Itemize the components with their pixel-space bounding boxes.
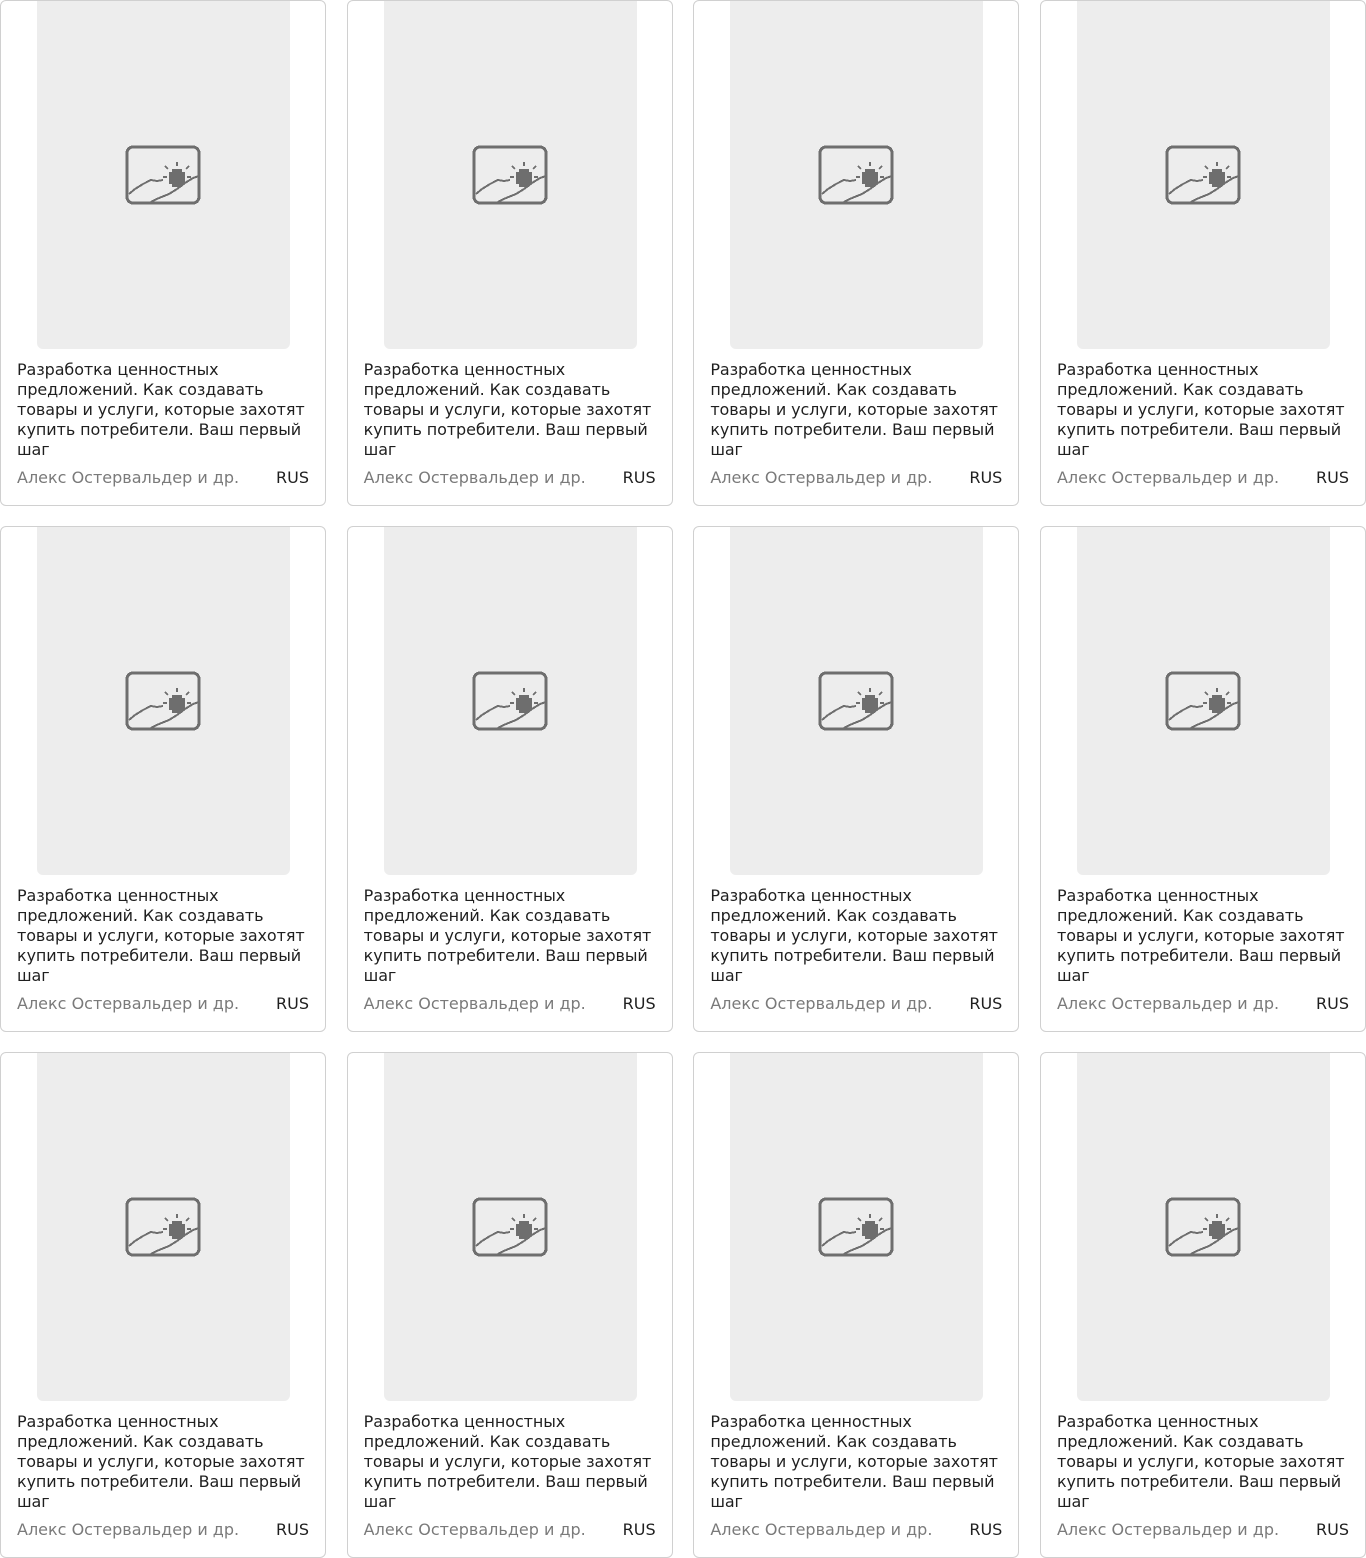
- book-card[interactable]: Разработка ценностных предложений. Как с…: [0, 0, 326, 506]
- book-card[interactable]: Разработка ценностных предложений. Как с…: [1039, 526, 1366, 1032]
- book-language: RUS: [622, 994, 656, 1013]
- image-placeholder-icon: [1165, 1197, 1241, 1257]
- book-title[interactable]: Разработка ценностных предложений. Как с…: [710, 360, 1010, 460]
- book-title[interactable]: Разработка ценностных предложений. Как с…: [1057, 360, 1357, 460]
- book-author: Алекс Остервальдер и др.: [710, 994, 933, 1013]
- book-meta: Алекс Остервальдер и др. RUS: [17, 994, 309, 1014]
- book-meta: Алекс Остервальдер и др. RUS: [364, 468, 656, 488]
- book-language: RUS: [622, 468, 656, 487]
- book-author: Алекс Остервальдер и др.: [1056, 468, 1280, 487]
- book-title[interactable]: Разработка ценностных предложений. Как с…: [710, 886, 1010, 986]
- book-author: Алекс Остервальдер и др.: [1056, 994, 1280, 1013]
- book-title[interactable]: Разработка ценностных предложений. Как с…: [364, 360, 664, 460]
- book-language: RUS: [969, 1520, 1003, 1539]
- book-title[interactable]: Разработка ценностных предложений. Как с…: [364, 886, 664, 986]
- book-cover[interactable]: [730, 1, 984, 349]
- book-card[interactable]: Разработка ценностных предложений. Как с…: [346, 526, 673, 1032]
- book-card[interactable]: Разработка ценностных предложений. Как с…: [693, 1052, 1020, 1558]
- image-placeholder-icon: [125, 1197, 201, 1257]
- book-meta: Алекс Остервальдер и др. RUS: [710, 468, 1002, 488]
- book-meta: Алекс Остервальдер и др. RUS: [1057, 468, 1349, 488]
- image-placeholder-icon: [472, 145, 548, 205]
- book-card[interactable]: Разработка ценностных предложений. Как с…: [0, 526, 326, 1032]
- book-language: RUS: [969, 468, 1003, 487]
- book-card[interactable]: Разработка ценностных предложений. Как с…: [693, 0, 1020, 506]
- book-card[interactable]: Разработка ценностных предложений. Как с…: [346, 1052, 673, 1558]
- image-placeholder-icon: [125, 671, 201, 731]
- book-language: RUS: [1315, 1520, 1349, 1539]
- book-language: RUS: [276, 468, 309, 487]
- image-placeholder-icon: [125, 145, 201, 205]
- book-author: Алекс Остервальдер и др.: [17, 994, 240, 1013]
- image-placeholder-icon: [818, 145, 894, 205]
- book-author: Алекс Остервальдер и др.: [710, 468, 933, 487]
- book-author: Алекс Остервальдер и др.: [710, 1520, 933, 1539]
- book-meta: Алекс Остервальдер и др. RUS: [1057, 994, 1349, 1014]
- book-title[interactable]: Разработка ценностных предложений. Как с…: [17, 1412, 317, 1512]
- book-cover[interactable]: [37, 527, 290, 875]
- book-cover[interactable]: [383, 1, 637, 349]
- book-author: Алекс Остервальдер и др.: [1056, 1520, 1280, 1539]
- book-meta: Алекс Остервальдер и др. RUS: [710, 994, 1002, 1014]
- book-cover[interactable]: [1076, 1, 1330, 349]
- image-placeholder-icon: [472, 1197, 548, 1257]
- book-grid: Разработка ценностных предложений. Как с…: [0, 0, 1366, 1558]
- book-cover[interactable]: [730, 1053, 984, 1401]
- book-author: Алекс Остервальдер и др.: [17, 1520, 240, 1539]
- book-meta: Алекс Остервальдер и др. RUS: [17, 468, 309, 488]
- book-cover[interactable]: [37, 1053, 290, 1401]
- book-author: Алекс Остервальдер и др.: [363, 1520, 586, 1539]
- book-meta: Алекс Остервальдер и др. RUS: [364, 1520, 656, 1540]
- book-cover[interactable]: [383, 527, 637, 875]
- book-meta: Алекс Остервальдер и др. RUS: [17, 1520, 309, 1540]
- book-language: RUS: [969, 994, 1003, 1013]
- book-meta: Алекс Остервальдер и др. RUS: [710, 1520, 1002, 1540]
- book-language: RUS: [1315, 468, 1349, 487]
- book-card[interactable]: Разработка ценностных предложений. Как с…: [346, 0, 673, 506]
- book-title[interactable]: Разработка ценностных предложений. Как с…: [17, 360, 317, 460]
- book-language: RUS: [276, 994, 309, 1013]
- image-placeholder-icon: [818, 671, 894, 731]
- book-author: Алекс Остервальдер и др.: [363, 468, 586, 487]
- book-language: RUS: [1315, 994, 1349, 1013]
- book-title[interactable]: Разработка ценностных предложений. Как с…: [1057, 886, 1357, 986]
- book-cover[interactable]: [1076, 527, 1330, 875]
- image-placeholder-icon: [818, 1197, 894, 1257]
- book-meta: Алекс Остервальдер и др. RUS: [1057, 1520, 1349, 1540]
- book-card[interactable]: Разработка ценностных предложений. Как с…: [0, 1052, 326, 1558]
- book-language: RUS: [622, 1520, 656, 1539]
- book-cover[interactable]: [1076, 1053, 1330, 1401]
- book-card[interactable]: Разработка ценностных предложений. Как с…: [1039, 1052, 1366, 1558]
- book-language: RUS: [276, 1520, 309, 1539]
- book-cover[interactable]: [37, 1, 290, 349]
- image-placeholder-icon: [1165, 671, 1241, 731]
- book-author: Алекс Остервальдер и др.: [17, 468, 240, 487]
- book-card[interactable]: Разработка ценностных предложений. Как с…: [1039, 0, 1366, 506]
- image-placeholder-icon: [472, 671, 548, 731]
- book-card[interactable]: Разработка ценностных предложений. Как с…: [693, 526, 1020, 1032]
- book-cover[interactable]: [383, 1053, 637, 1401]
- book-title[interactable]: Разработка ценностных предложений. Как с…: [17, 886, 317, 986]
- book-title[interactable]: Разработка ценностных предложений. Как с…: [364, 1412, 664, 1512]
- book-author: Алекс Остервальдер и др.: [363, 994, 586, 1013]
- book-title[interactable]: Разработка ценностных предложений. Как с…: [710, 1412, 1010, 1512]
- image-placeholder-icon: [1165, 145, 1241, 205]
- book-meta: Алекс Остервальдер и др. RUS: [364, 994, 656, 1014]
- book-cover[interactable]: [730, 527, 984, 875]
- book-title[interactable]: Разработка ценностных предложений. Как с…: [1057, 1412, 1357, 1512]
